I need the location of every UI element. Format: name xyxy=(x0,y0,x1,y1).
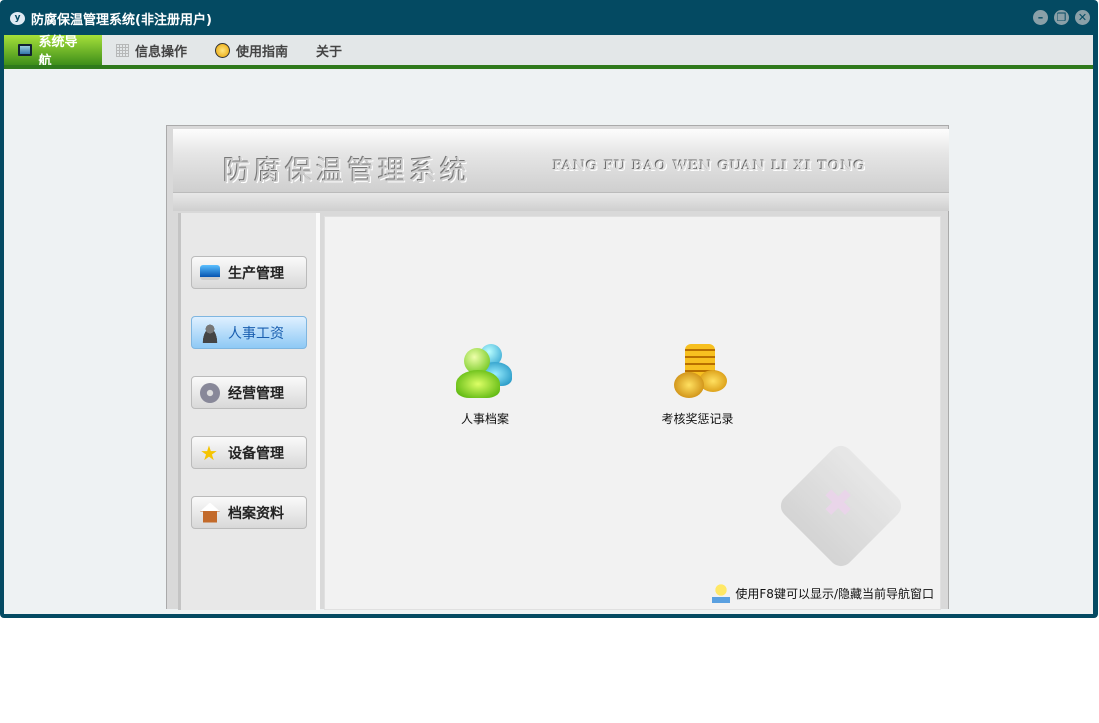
star-icon: ★ xyxy=(200,440,218,465)
banner-subtitle: FANG FU BAO WEN GUAN LI XI TONG xyxy=(553,159,866,174)
sidebar-item-label: 人事工资 xyxy=(228,325,284,342)
minimize-button[interactable]: – xyxy=(1033,10,1048,25)
sidebar-item-archives[interactable]: 档案资料 xyxy=(191,496,307,529)
sidebar-item-business[interactable]: 经营管理 xyxy=(191,376,307,409)
users-icon xyxy=(456,344,514,402)
sidebar-item-label: 设备管理 xyxy=(228,445,284,462)
app-label: 人事档案 xyxy=(460,412,509,426)
menu-label: 信息操作 xyxy=(135,44,188,60)
house-icon xyxy=(200,502,220,523)
app-hr-records[interactable]: 人事档案 xyxy=(450,344,520,427)
banner-strip xyxy=(173,193,949,211)
lightbulb-icon xyxy=(712,583,731,603)
hint-text: 使用F8键可以显示/隐藏当前导航窗口 xyxy=(735,586,934,601)
app-appraisal-records[interactable]: 考核奖惩记录 xyxy=(650,344,745,427)
f8-hint: 使用F8键可以显示/隐藏当前导航窗口 xyxy=(712,583,934,603)
main-area: 人事档案 考核奖惩记录 ✖ 使用F8键可以显示/隐藏当前导航窗口 xyxy=(324,216,941,610)
sidebar-item-hr[interactable]: 人事工资 xyxy=(191,316,307,349)
banner-title: 防腐保温管理系统 xyxy=(223,156,471,187)
sidebar: 生产管理 人事工资 经营管理 ★ 设备管理 档案资料 xyxy=(178,213,320,610)
gear-icon xyxy=(200,382,220,403)
menu-about[interactable]: 关于 xyxy=(302,35,356,65)
person-icon xyxy=(200,322,220,343)
close-button[interactable]: ✕ xyxy=(1075,10,1090,25)
menu-system-nav[interactable]: 系统导航 xyxy=(4,35,102,69)
menu-bar: 系统导航 信息操作 使用指南 关于 xyxy=(4,35,1093,69)
menu-info-ops[interactable]: 信息操作 xyxy=(102,35,201,65)
sidebar-item-label: 生产管理 xyxy=(228,265,284,282)
menu-label: 使用指南 xyxy=(236,44,289,60)
window-title: 防腐保温管理系统(非注册用户) xyxy=(31,13,212,28)
menu-label: 系统导航 xyxy=(38,35,78,69)
banner: 防腐保温管理系统 FANG FU BAO WEN GUAN LI XI TONG xyxy=(173,129,949,193)
coins-icon xyxy=(669,344,727,402)
title-bar: y 防腐保温管理系统(非注册用户) xyxy=(10,9,212,28)
monitor-icon xyxy=(18,44,33,56)
app-logo-icon: y xyxy=(10,12,25,25)
menu-label: 关于 xyxy=(316,44,343,60)
app-label: 考核奖惩记录 xyxy=(661,412,734,426)
sidebar-item-equipment[interactable]: ★ 设备管理 xyxy=(191,436,307,469)
tools-watermark-icon: ✖ xyxy=(775,440,907,572)
menu-guide[interactable]: 使用指南 xyxy=(201,35,302,65)
help-icon xyxy=(215,42,231,58)
monitor-icon xyxy=(200,265,220,280)
grid-icon xyxy=(116,43,129,57)
sidebar-item-label: 经营管理 xyxy=(228,385,284,402)
sidebar-item-label: 档案资料 xyxy=(228,505,284,522)
restore-button[interactable]: ❐ xyxy=(1054,10,1069,25)
sidebar-item-production[interactable]: 生产管理 xyxy=(191,256,307,289)
nav-panel: 防腐保温管理系统 FANG FU BAO WEN GUAN LI XI TONG… xyxy=(166,125,949,610)
